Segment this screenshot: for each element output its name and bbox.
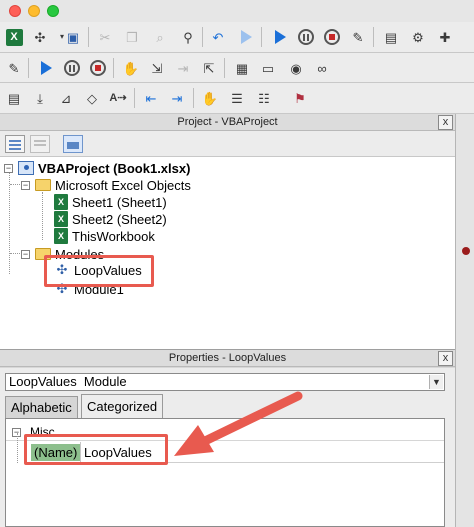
annotation-arrow bbox=[174, 391, 303, 456]
